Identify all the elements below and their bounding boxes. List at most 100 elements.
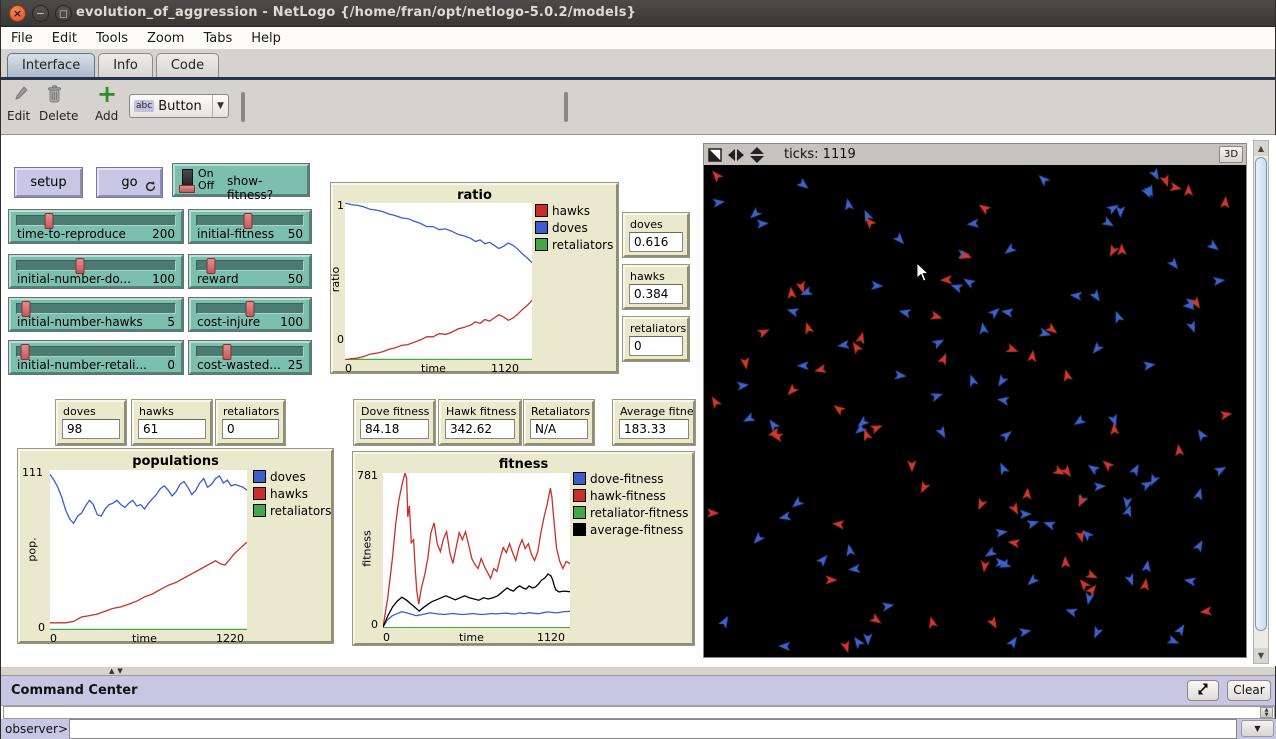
maximize-button-icon[interactable]: ◻	[55, 5, 72, 22]
show-fitness-switch[interactable]: On Off show-fitness?	[173, 164, 309, 196]
widget-type-dropdown[interactable]: abc Button ▼	[129, 94, 229, 118]
minimize-button-icon[interactable]: −	[32, 5, 49, 22]
monitor-value: 61	[138, 419, 206, 439]
monitor-label: retaliators	[223, 405, 279, 418]
output-spinner[interactable]: ▲▼	[1260, 707, 1273, 718]
monitor-label: hawks	[630, 270, 665, 283]
menu-edit[interactable]: Edit	[52, 31, 77, 46]
monitor-value: 342.62	[445, 419, 515, 439]
tab-code[interactable]: Code	[156, 53, 219, 77]
legend-label: hawks	[270, 487, 308, 501]
slider-label: initial-number-do...	[17, 272, 131, 286]
world-canvas	[704, 165, 1246, 657]
menu-tools[interactable]: Tools	[96, 31, 128, 46]
forever-icon	[145, 181, 156, 192]
monitor-value: 0.616	[629, 232, 683, 252]
edit-tool-label[interactable]: Edit	[7, 109, 30, 123]
go-button[interactable]: go	[97, 168, 162, 197]
window-title: evolution_of_aggression - NetLogo {/home…	[76, 5, 636, 20]
add-plus-icon[interactable]: +	[97, 80, 117, 108]
slider-initial-number-retaliators[interactable]: initial-number-retali...0	[9, 341, 183, 374]
delete-tool-label[interactable]: Delete	[39, 109, 78, 123]
y-axis-label: ratio	[329, 267, 342, 292]
menubar: File Edit Tools Zoom Tabs Help	[1, 28, 1275, 50]
monitor-average-fitness: Average fitne 183.33	[613, 400, 695, 445]
slider-initial-number-doves[interactable]: initial-number-do...100	[9, 255, 183, 288]
monitor-label: Hawk fitness	[446, 405, 516, 418]
fitness-plot-area	[383, 473, 570, 628]
titlebar: × − ◻ evolution_of_aggression - NetLogo …	[1, 0, 1275, 27]
menu-zoom[interactable]: Zoom	[147, 31, 184, 46]
slider-reward[interactable]: reward50	[189, 255, 311, 288]
toolbar-separator	[241, 92, 245, 122]
slider-value: 100	[280, 315, 303, 329]
legend-swatch-hawk-fitness	[573, 489, 586, 502]
slider-initial-number-hawks[interactable]: initial-number-hawks5	[9, 298, 183, 331]
monitor-label: Dove fitness	[361, 405, 429, 418]
toolbar: Edit Delete + Add abc Button ▼ faster ✓ …	[1, 80, 1275, 135]
spinner-down-icon[interactable]: ▼	[1265, 712, 1269, 718]
slider-label: cost-injure	[197, 315, 260, 329]
origin-icon[interactable]	[708, 148, 722, 162]
view-3d-button[interactable]: 3D	[1219, 146, 1243, 163]
trash-icon[interactable]	[47, 85, 62, 104]
legend-label: retaliators	[270, 504, 331, 518]
legend-swatch-doves	[535, 221, 548, 234]
vertical-resize-icon[interactable]	[750, 147, 764, 163]
legend-label: doves	[270, 470, 306, 484]
pencil-icon[interactable]	[13, 86, 29, 104]
slider-time-to-reproduce[interactable]: time-to-reproduce200	[9, 210, 183, 243]
slider-track	[16, 346, 176, 357]
slider-value: 0	[167, 358, 175, 372]
chevron-down-icon: ▼	[212, 95, 228, 117]
history-dropdown-icon[interactable]: ▼	[1241, 720, 1274, 737]
slider-initial-fitness[interactable]: initial-fitness50	[189, 210, 311, 243]
menu-file[interactable]: File	[11, 31, 33, 46]
setup-button[interactable]: setup	[15, 168, 82, 197]
tab-info[interactable]: Info	[98, 53, 153, 77]
slider-value: 25	[288, 358, 303, 372]
legend-swatch-doves	[253, 470, 266, 483]
toolbar-separator	[564, 92, 568, 122]
menu-tabs[interactable]: Tabs	[203, 31, 232, 46]
command-center-splitter[interactable]: ▲▼	[1, 666, 1275, 676]
scroll-down-icon[interactable]: ▼	[1254, 648, 1268, 663]
command-input[interactable]	[69, 719, 1237, 739]
y-axis-min: 0	[337, 333, 344, 346]
widget-dropdown-label: Button	[158, 99, 208, 114]
y-axis-label: fitness	[361, 530, 374, 566]
slider-cost-injure[interactable]: cost-injure 100	[189, 298, 311, 331]
slider-track	[16, 215, 176, 226]
slider-track	[16, 303, 176, 314]
close-button-icon[interactable]: ×	[9, 5, 26, 22]
populations-plot: populations 111 0 pop. 0 time 1220 doves…	[18, 449, 333, 643]
monitor-hawks-ratio: hawks 0.384	[623, 265, 689, 309]
monitor-doves-ratio: doves 0.616	[623, 213, 689, 257]
command-center-popout-button[interactable]	[1187, 680, 1219, 701]
monitor-value: N/A	[530, 419, 588, 439]
legend-swatch-retaliators	[535, 238, 548, 251]
plot-title: ratio	[333, 188, 616, 203]
x-axis-label: time	[421, 362, 446, 375]
x-axis-max: 1220	[216, 632, 244, 645]
x-axis-max: 1120	[537, 631, 565, 644]
interface-canvas: setup go On Off show-fitness? time-to-re…	[1, 135, 1276, 666]
slider-cost-wasted[interactable]: cost-wasted...25	[189, 341, 311, 374]
fitness-plot: fitness 781 0 fitness 0 time 1120 dove-f…	[353, 452, 694, 645]
legend-label: retaliator-fitness	[590, 506, 688, 520]
legend-swatch-retaliator-fitness	[573, 506, 586, 519]
vertical-scrollbar[interactable]: ▲ ▼	[1253, 140, 1269, 664]
add-tool-label[interactable]: Add	[95, 109, 118, 123]
slider-label: initial-fitness	[197, 227, 274, 241]
switch-knob[interactable]	[179, 185, 195, 193]
scroll-up-icon[interactable]: ▲	[1254, 141, 1268, 156]
slider-value: 5	[167, 315, 175, 329]
menu-help[interactable]: Help	[251, 31, 281, 46]
tab-interface[interactable]: Interface	[7, 53, 95, 77]
splitter-handle-icon[interactable]: ▲▼	[109, 667, 126, 675]
scrollbar-thumb[interactable]	[1255, 157, 1267, 631]
switch-off-label: Off	[198, 179, 214, 192]
plot-title: fitness	[355, 457, 692, 472]
clear-button[interactable]: Clear	[1227, 680, 1271, 701]
horizontal-resize-icon[interactable]	[728, 149, 744, 161]
